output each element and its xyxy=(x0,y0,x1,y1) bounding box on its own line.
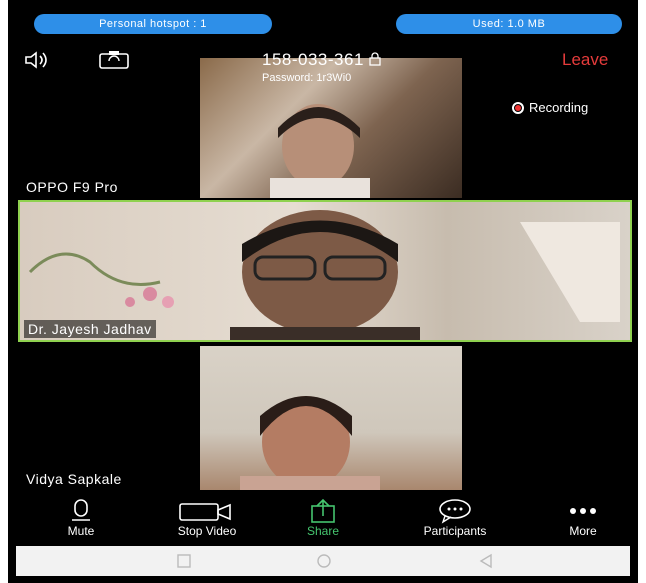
mute-button[interactable]: Mute xyxy=(26,498,136,538)
mute-label: Mute xyxy=(67,524,95,538)
stop-video-button[interactable]: Stop Video xyxy=(152,498,262,538)
participants-label: Participants xyxy=(423,524,487,538)
stop-video-label: Stop Video xyxy=(177,524,237,538)
meeting-id: 158-033-361 xyxy=(262,50,381,70)
more-dots-icon xyxy=(570,508,596,514)
participant-video-vidya xyxy=(200,346,462,490)
record-icon xyxy=(512,101,524,114)
participants-button[interactable]: Participants xyxy=(400,498,510,538)
lock-icon xyxy=(369,52,381,66)
person-silhouette-vidya xyxy=(240,396,380,490)
share-label: Share xyxy=(306,524,340,538)
hotspot-status-pill[interactable]: Personal hotspot : 1 xyxy=(34,14,272,34)
more-button[interactable]: More xyxy=(528,498,638,538)
more-label: More xyxy=(569,524,597,538)
meeting-id-text: 158-033-361 xyxy=(262,50,364,69)
video-tile-jayesh[interactable]: Dr. Jayesh Jadhav xyxy=(18,200,632,342)
video-tile-vidya[interactable]: Vidya Sapkale xyxy=(18,346,630,490)
nav-back-icon[interactable] xyxy=(478,553,494,569)
recording-label: Recording xyxy=(529,100,589,115)
nav-circle-icon[interactable] xyxy=(316,553,332,569)
switch-camera-icon[interactable] xyxy=(98,50,130,75)
speaker-icon[interactable] xyxy=(24,50,54,75)
meeting-password: Password: 1r3Wi0 xyxy=(262,72,352,84)
participant-name-oppo: OPPO F9 Pro xyxy=(22,178,122,196)
participant-name-vidya: Vidya Sapkale xyxy=(22,470,126,488)
meeting-toolbar: Mute Stop Video Share Participants More xyxy=(8,498,638,544)
participant-name-jayesh: Dr. Jayesh Jadhav xyxy=(24,320,156,338)
share-icon xyxy=(311,498,335,523)
nav-square-icon[interactable] xyxy=(176,553,192,569)
data-usage-pill[interactable]: Used: 1.0 MB xyxy=(396,14,622,34)
microphone-icon xyxy=(72,499,90,521)
chat-bubble-icon xyxy=(439,499,471,524)
system-nav-bar xyxy=(16,546,630,576)
leave-button[interactable]: Leave xyxy=(562,50,608,70)
recording-indicator: Recording xyxy=(512,100,588,115)
share-button[interactable]: Share xyxy=(268,498,378,538)
meeting-top-bar: 158-033-361 Password: 1r3Wi0 Leave xyxy=(14,48,634,84)
video-camera-icon xyxy=(179,503,231,521)
